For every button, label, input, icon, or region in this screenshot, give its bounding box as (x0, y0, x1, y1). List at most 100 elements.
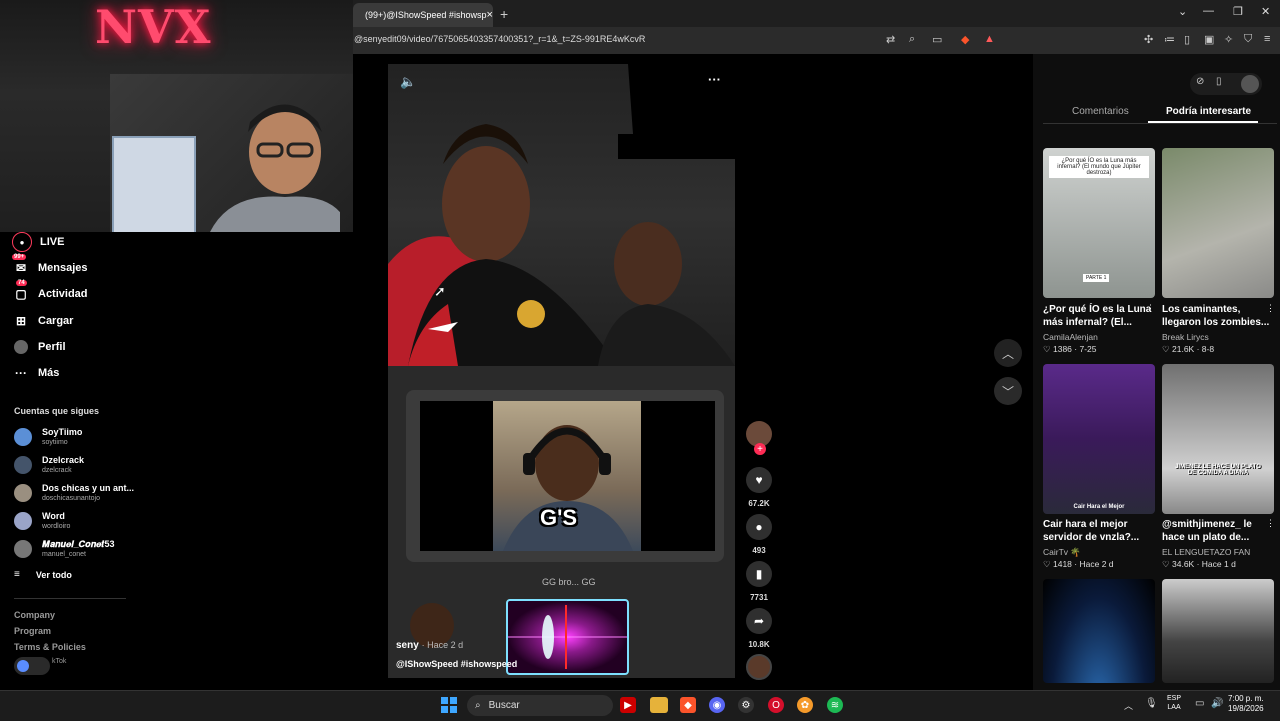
opera-icon[interactable]: O (768, 697, 784, 713)
app-icon[interactable]: ✿ (797, 697, 813, 713)
user-avatar[interactable] (1241, 75, 1259, 93)
video-description[interactable]: @IShowSpeed #ishowspeed (396, 659, 517, 669)
url-text[interactable]: @senyedit09/video/7675065403357400351?_r… (354, 34, 645, 44)
language-indicator[interactable]: ESP LAA (1167, 694, 1181, 712)
tab-recommended[interactable]: Podría interesarte (1166, 106, 1251, 117)
sidebar-icon[interactable]: ▯ (1184, 33, 1190, 46)
sidebar-item-more[interactable]: ··· Más (12, 364, 59, 382)
bookmarks-icon[interactable]: ≔ (1164, 33, 1175, 46)
minimize-icon[interactable]: — (1203, 5, 1214, 17)
cursor-icon: ➚ (434, 283, 446, 299)
thumbnail-text: Cair Hara el Mejor (1073, 504, 1125, 510)
wallet-icon[interactable]: ▣ (1204, 33, 1214, 46)
windows-start-icon[interactable] (441, 697, 457, 713)
video-thumbnail[interactable] (1043, 579, 1155, 683)
video-title[interactable]: @smithjimenez_ le hace un plato de... (1162, 518, 1272, 544)
cast-icon[interactable]: ▭ (932, 33, 942, 46)
translate-icon[interactable]: ⇄ (886, 33, 895, 46)
brave-icon[interactable]: ◆ (680, 697, 696, 713)
spotify-icon[interactable]: ≋ (827, 697, 843, 713)
following-item[interactable]: Dzelcrack dzelcrack (14, 455, 84, 475)
brave-shield-icon[interactable]: ◆ (961, 33, 969, 46)
next-video-button[interactable]: ﹀ (994, 377, 1022, 405)
card-more-icon[interactable]: ⋮ (1266, 518, 1275, 529)
streamer (210, 104, 340, 232)
music-disc[interactable] (746, 654, 772, 680)
volume-icon[interactable]: 🔊 (1211, 698, 1223, 709)
video-author[interactable]: EL LENGUETAZO FAN (1162, 547, 1250, 557)
network-icon[interactable]: ▭ (1195, 698, 1204, 709)
youtube-icon[interactable]: ▶ (620, 697, 636, 713)
video-title[interactable]: Los caminantes, llegaron los zombies... (1162, 303, 1272, 329)
compass-icon[interactable]: ⊘ (1196, 76, 1204, 87)
video-author[interactable]: Break Lirycs (1162, 332, 1209, 342)
taskbar-clock[interactable]: 7:00 p. m. 19/8/2026 (1228, 694, 1264, 714)
video-stats: ♡ 21.6K · 8-8 (1162, 344, 1215, 354)
video-caption-overlay: G'S (540, 505, 578, 530)
video-author[interactable]: CamilaAlenjan (1043, 332, 1098, 342)
see-all-link[interactable]: ≡ Ver todo (14, 569, 72, 580)
volume-icon[interactable]: 🔈 (400, 74, 416, 90)
following-item[interactable]: SoyTiimo soytiimo (14, 427, 82, 447)
neon-sign: NVX (95, 0, 212, 54)
follow-plus-icon[interactable]: + (754, 443, 766, 455)
heart-icon: ♡ (1043, 559, 1051, 569)
sidebar-item-activity[interactable]: ▢ 74 Actividad (12, 280, 88, 303)
following-item[interactable]: 𝑴𝒂𝒏𝒖𝒆𝒍_𝑪𝒐𝒏𝒆𝒕53 manuel_conet (14, 539, 114, 559)
list-icon: ≡ (14, 569, 20, 580)
following-item[interactable]: Word wordloiro (14, 511, 70, 531)
close-window-icon[interactable]: ✕ (1261, 5, 1270, 18)
sidebar-item-live[interactable]: ● LIVE (12, 232, 64, 252)
card-more-icon[interactable]: ⋮ (1146, 303, 1155, 314)
like-button[interactable]: ♥ (746, 467, 772, 493)
footer-company[interactable]: Company (14, 610, 55, 620)
vpn-icon[interactable]: ⛉ (1244, 33, 1252, 46)
file-explorer-icon[interactable] (650, 697, 668, 713)
sidebar-item-upload[interactable]: ⊞ Cargar (12, 312, 74, 330)
footer-program[interactable]: Program (14, 626, 51, 636)
like-count: 67.2K (748, 499, 770, 508)
following-item[interactable]: Dos chicas y un ant... doschicasunantojo (14, 483, 134, 503)
search-icon: ⌕ (475, 700, 481, 711)
extensions-icon[interactable]: ✣ (1144, 33, 1153, 46)
device-icon[interactable]: ▯ (1216, 76, 1222, 87)
restore-icon[interactable]: ❐ (1233, 5, 1243, 18)
discord-icon[interactable]: ◉ (709, 697, 725, 713)
copyright: kTok (52, 658, 67, 665)
app-toggle[interactable] (14, 657, 50, 675)
microphone-icon[interactable]: 🎙 (1145, 698, 1158, 709)
heart-icon: ♥ (755, 473, 763, 487)
save-button[interactable]: ▮ (746, 561, 772, 587)
sidebar-item-profile[interactable]: Perfil (12, 338, 66, 356)
comment-count: 493 (752, 546, 766, 555)
tray-chevron-icon[interactable]: ︿ (1124, 699, 1133, 712)
share-button[interactable]: ➦ (746, 608, 772, 634)
video-title[interactable]: Cair hara el mejor servidor de vnzla?... (1043, 518, 1153, 544)
browser-tab[interactable]: (99+)@IShowSpeed #ishowsp × (353, 3, 493, 27)
video-thumbnail[interactable]: ¿Por qué ÍO es la Luna más infernal? (El… (1043, 148, 1155, 298)
comment-button[interactable]: ● (746, 514, 772, 540)
close-tab-icon[interactable]: × (486, 9, 492, 21)
zoom-icon[interactable]: ⌕ (909, 33, 915, 46)
video-thumbnail[interactable]: Cair Hara el Mejor (1043, 364, 1155, 514)
video-thumbnail[interactable]: JIMENEZ LE HACE UN PLATO DE COMIDA A DIA… (1162, 364, 1274, 514)
more-options-icon[interactable]: ··· (708, 72, 721, 87)
taskbar-search[interactable]: ⌕ Buscar (467, 695, 613, 716)
steam-icon[interactable]: ⚙ (738, 697, 754, 713)
chevron-down-icon[interactable]: ⌄ (1178, 5, 1187, 18)
footer-terms[interactable]: Terms & Policies (14, 642, 86, 652)
video-thumbnail[interactable] (1162, 579, 1274, 683)
video-author[interactable]: CairTv 🌴 (1043, 547, 1081, 558)
menu-icon[interactable]: ≡ (1264, 33, 1270, 45)
new-tab-button[interactable]: + (500, 6, 508, 22)
video-author[interactable]: seny · Hace 2 d (396, 640, 463, 651)
leo-icon[interactable]: ✧ (1224, 33, 1233, 46)
card-more-icon[interactable]: ⋮ (1266, 303, 1275, 314)
video-title[interactable]: ¿Por qué ÍO es la Luna más infernal? (El… (1043, 303, 1153, 329)
taskbar (0, 690, 1280, 721)
brave-rewards-icon[interactable]: ▲ (984, 33, 995, 45)
tab-comments[interactable]: Comentarios (1072, 106, 1129, 117)
previous-video-button[interactable]: ︿ (994, 339, 1022, 367)
sidebar-item-messages[interactable]: ✉ 99+ Mensajes (12, 254, 88, 277)
video-thumbnail[interactable] (1162, 148, 1274, 298)
